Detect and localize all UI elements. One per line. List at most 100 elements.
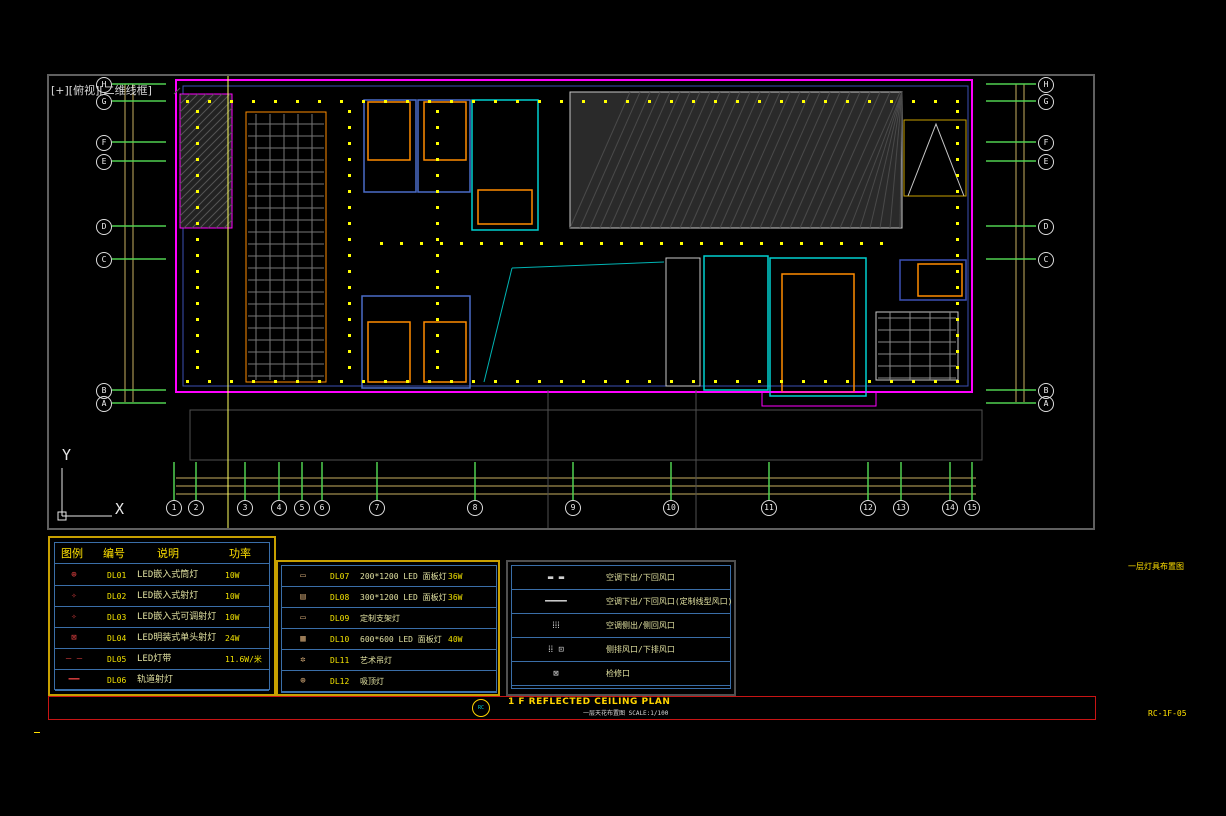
legend-code: DL02: [107, 592, 127, 601]
drawing-badge: RC: [472, 699, 490, 717]
legend3-row: ▬ ▬ 空调下出/下回风口: [512, 566, 730, 590]
legend-power: 36W: [448, 572, 463, 581]
grid-bubble-row-E-right: E: [1038, 154, 1054, 170]
legend-symbol-icon: ⊠: [553, 669, 559, 679]
legend2-row: ▭ DL07 200*1200 LED 面板灯 36W: [282, 566, 496, 587]
legend3-row: ⁞⁞⁞ 空调侧出/侧回风口: [512, 614, 730, 638]
grid-bubble-row-F-left: F: [96, 135, 112, 151]
legend-desc: 轨道射灯: [137, 675, 174, 685]
grid-bubble-row-A-left: A: [96, 396, 112, 412]
grid-bubble-row-D-right: D: [1038, 219, 1054, 235]
legend1-row: — — DL05 LED灯带 11.6W/米: [55, 649, 269, 670]
legend-code: DL07: [330, 572, 350, 581]
legend-desc: 300*1200 LED 面板灯: [360, 593, 447, 602]
legend3-row: ━━━━ 空调下出/下回风口(定制线型风口): [512, 590, 733, 614]
grid-bubble-row-F-right: F: [1038, 135, 1054, 151]
legend-desc: 空调下出/下回风口(定制线型风口): [606, 597, 733, 606]
legend-code: DL11: [330, 656, 350, 665]
legend-symbol-icon: ⁞⁞ ⊡: [548, 645, 564, 655]
legend-header-power: 功率: [229, 547, 251, 560]
legend-symbol-icon: ⊕: [300, 676, 306, 686]
drawing-title: 1 F REFLECTED CEILING PLAN: [508, 697, 671, 707]
legend-desc: 600*600 LED 面板灯: [360, 635, 442, 644]
legend-code: DL05: [107, 655, 127, 664]
grid-bubble-col-7: 7: [369, 500, 385, 516]
viewport-label[interactable]: [+][俯视][二维线框]: [51, 82, 152, 98]
grid-bubble-col-5: 5: [294, 500, 310, 516]
legend-desc: LED嵌入式筒灯: [137, 570, 199, 580]
legend2-row: ▦ DL10 600*600 LED 面板灯 40W: [282, 629, 496, 650]
legend-table-1: 图例 编号 说明 功率 ⊕ DL01 LED嵌入式筒灯 10W ✧ DL02 LE…: [48, 536, 276, 696]
legend-symbol-icon: ⊕: [71, 570, 77, 580]
grid-bubble-col-11: 11: [761, 500, 777, 516]
grid-bubble-col-3: 3: [237, 500, 253, 516]
legend-desc: 200*1200 LED 面板灯: [360, 572, 447, 581]
legend-desc: 侧排风口/下排风口: [606, 645, 675, 654]
legend-power: 36W: [448, 593, 463, 602]
legend-desc: 空调下出/下回风口: [606, 573, 675, 582]
ucs-x-label: X: [115, 500, 125, 518]
sheet-number: RC-1F-05: [1148, 709, 1187, 718]
legend-code: DL01: [107, 571, 127, 580]
legend-symbol-icon: ▭: [300, 613, 306, 623]
legend-symbol-icon: ✧: [71, 612, 77, 622]
grid-bubble-row-G-right: G: [1038, 94, 1054, 110]
grid-bubble-col-10: 10: [663, 500, 679, 516]
legend-desc: LED嵌入式射灯: [137, 591, 199, 601]
legend1-row: ━━ DL06 轨道射灯: [55, 670, 269, 691]
legend-symbol-icon: ▭: [300, 571, 306, 581]
legend-power: 10W: [225, 592, 240, 601]
legend1-row: ✧ DL03 LED嵌入式可调射灯 10W: [55, 607, 269, 628]
grid-bubble-row-D-left: D: [96, 219, 112, 235]
cad-model-space[interactable]: 1 2 3 4 5 6 7 8 9 10 11 12 13 14 15 HHGGFFEEDDCCBBAA […: [0, 0, 1226, 816]
legend-power: 24W: [225, 634, 240, 643]
side-title: 一层灯具布置图: [1128, 562, 1184, 571]
grid-bubble-col-12: 12: [860, 500, 876, 516]
grid-bubble-col-15: 15: [964, 500, 980, 516]
legend2-row: ⊕ DL12 吸顶灯: [282, 671, 496, 692]
ucs-icon: [57, 468, 112, 521]
legend-desc: 检修口: [606, 669, 630, 678]
legend-power: 10W: [225, 571, 240, 580]
legend-desc: 吸顶灯: [360, 677, 384, 686]
legend1-row: ⊕ DL01 LED嵌入式筒灯 10W: [55, 565, 269, 586]
legend-desc: 空调侧出/侧回风口: [606, 621, 675, 630]
grid-bubble-row-H-right: H: [1038, 77, 1054, 93]
legend-symbol-icon: ⁞⁞⁞: [552, 621, 560, 631]
grid-bubble-col-2: 2: [188, 500, 204, 516]
legend-symbol-icon: ▬ ▬: [547, 573, 565, 583]
ucs-y-label: Y: [62, 446, 72, 464]
legend-header-desc: 说明: [157, 547, 179, 560]
legend3-row: ⊠ 检修口: [512, 662, 730, 686]
grid-bubble-col-4: 4: [271, 500, 287, 516]
legend3-row: ⁞⁞ ⊡ 侧排风口/下排风口: [512, 638, 730, 662]
legend-symbol-icon: ✲: [300, 655, 306, 665]
grid-bubble-col-9: 9: [565, 500, 581, 516]
origin-marker: [34, 732, 40, 733]
legend-power: 40W: [448, 635, 463, 644]
legend-power: 11.6W/米: [225, 655, 262, 664]
legend1-row: ✧ DL02 LED嵌入式射灯 10W: [55, 586, 269, 607]
legend2-row: ✲ DL11 艺术吊灯: [282, 650, 496, 671]
legend-code: DL10: [330, 635, 350, 644]
legend-code: DL08: [330, 593, 350, 602]
legend-power: 10W: [225, 613, 240, 622]
legend-desc: 定制支架灯: [360, 614, 400, 623]
legend-header-code: 编号: [103, 547, 125, 560]
legend-symbol-icon: ━━━━: [545, 597, 567, 607]
grid-bubble-row-C-right: C: [1038, 252, 1054, 268]
legend-code: DL09: [330, 614, 350, 623]
legend-table-2: ▭ DL07 200*1200 LED 面板灯 36W ▤ DL08 300*12…: [276, 560, 500, 696]
legend-code: DL04: [107, 634, 127, 643]
legend-symbol-icon: ⊠: [71, 633, 77, 643]
legend-code: DL03: [107, 613, 127, 622]
legend-symbol-icon: ▤: [300, 592, 306, 602]
grid-bubble-col-1: 1: [166, 500, 182, 516]
legend2-row: ▤ DL08 300*1200 LED 面板灯 36W: [282, 587, 496, 608]
drawing-subtitle: 一层天花布置图 SCALE:1/100: [583, 710, 669, 717]
legend-symbol-icon: — —: [65, 654, 83, 664]
legend2-row: ▭ DL09 定制支架灯: [282, 608, 496, 629]
grid-bubble-row-A-right: A: [1038, 396, 1054, 412]
legend-code: DL12: [330, 677, 350, 686]
legend-symbol-icon: ━━: [68, 675, 80, 685]
